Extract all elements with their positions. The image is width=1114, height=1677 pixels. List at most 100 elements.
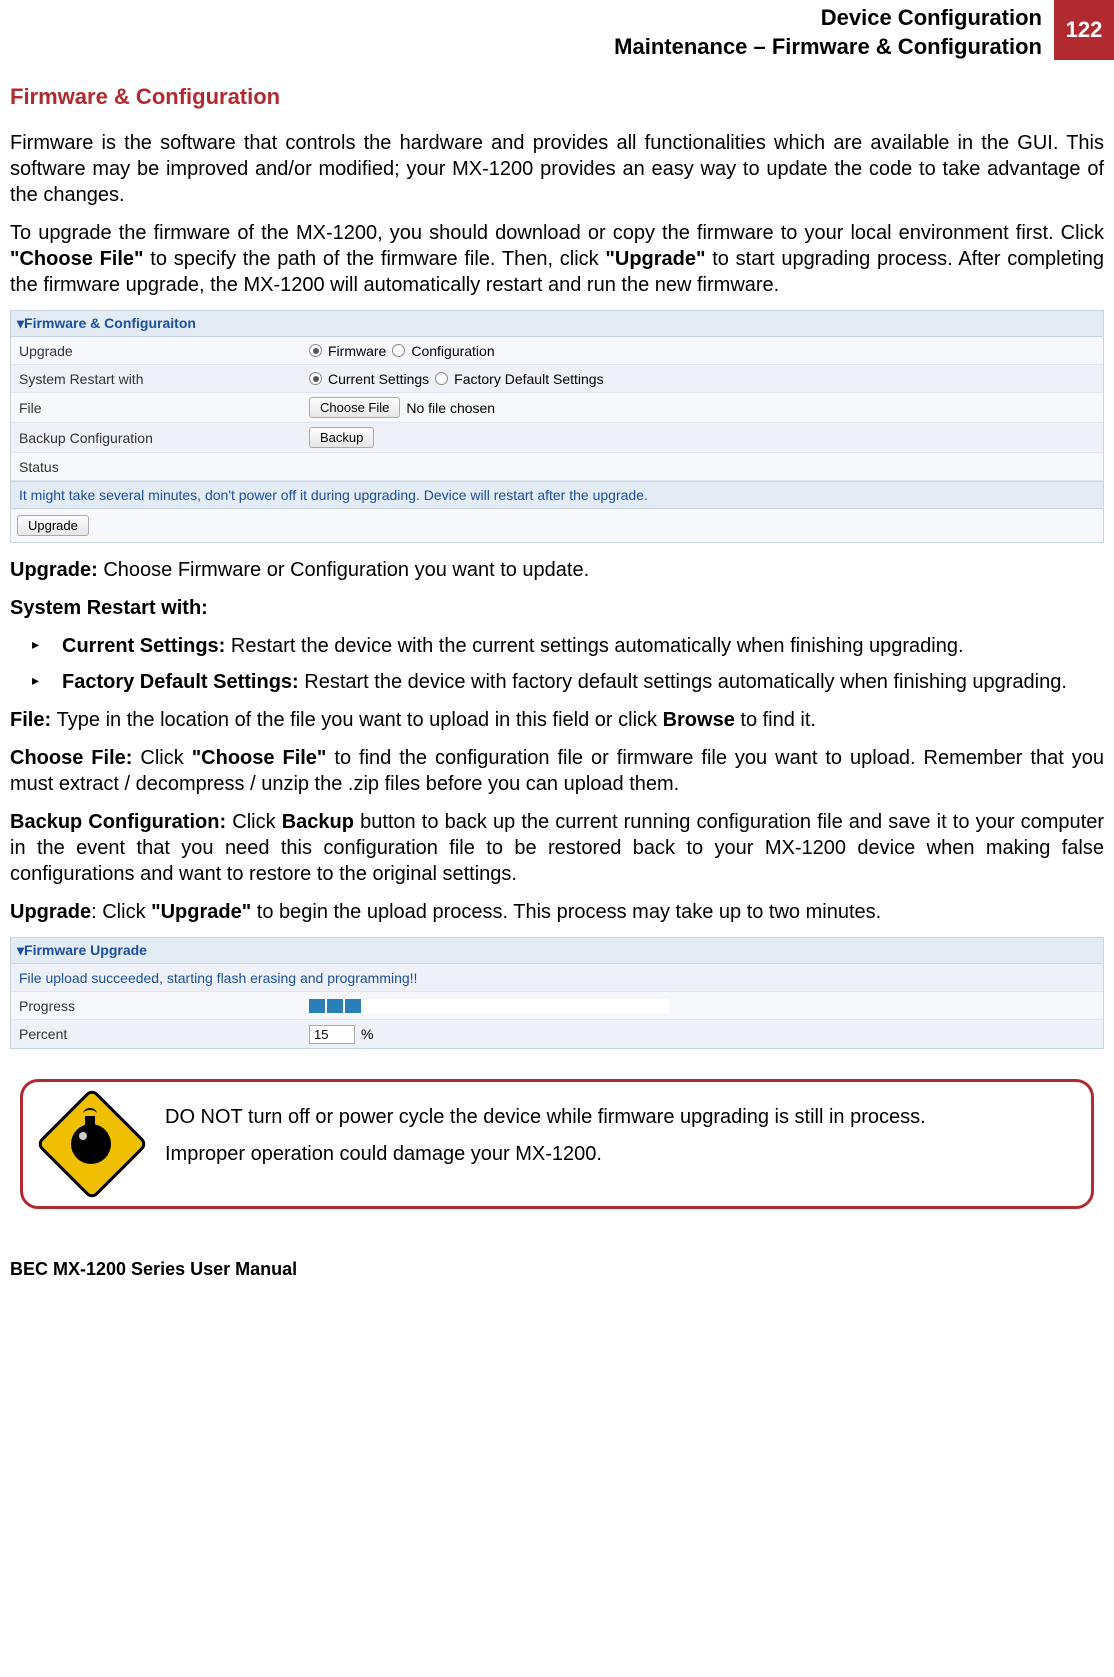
bk-a: Backup Configuration: [10,811,232,833]
progress-cell [345,999,361,1013]
choosefile-description: Choose File: Click "Choose File" to find… [10,745,1104,797]
p2-b: "Choose File" [10,248,144,270]
upgrade-click-description: Upgrade: Click "Upgrade" to begin the up… [10,899,1104,925]
fl-b: Type in the location of the file you wan… [57,709,663,731]
firmware-config-panel: ▾Firmware & Configuraiton Upgrade Firmwa… [10,310,1104,543]
row-status: Status [11,453,1103,481]
progress-cell [507,999,523,1013]
ug-c: "Upgrade" [151,901,251,923]
progress-cell [561,999,577,1013]
panel1-title-text: Firmware & Configuraiton [24,315,196,331]
radio-firmware[interactable] [309,344,322,357]
progress-cell [615,999,631,1013]
p2-a: To upgrade the firmware of the MX-1200, … [10,222,1104,244]
progress-cell [363,999,379,1013]
progress-cell [651,999,667,1013]
row-restart: System Restart with Current Settings Fac… [11,365,1103,393]
progress-cell [381,999,397,1013]
radio-current-settings[interactable] [309,372,322,385]
progress-cell [597,999,613,1013]
firmware-upgrade-progress-panel: ▾Firmware Upgrade File upload succeeded,… [10,937,1104,1049]
backup-label: Backup Configuration [11,426,301,450]
bomb-warning-icon [47,1104,137,1184]
no-file-chosen: No file chosen [406,400,495,416]
row-upgrade: Upgrade Firmware Configuration [11,337,1103,365]
upload-success-msg: File upload succeeded, starting flash er… [11,966,425,990]
radio-factory-label: Factory Default Settings [454,371,603,387]
ul-a: Upgrade: [10,559,103,581]
backup-description: Backup Configuration: Click Backup butto… [10,809,1104,887]
fl-c: Browse [663,709,735,731]
radio-current-label: Current Settings [328,371,429,387]
progress-label: Progress [11,994,301,1018]
restart-label: System Restart with [11,367,301,391]
panel2-title-text: Firmware Upgrade [24,942,147,958]
radio-firmware-label: Firmware [328,343,386,359]
b2-a: Factory Default Settings: [62,671,304,693]
chevron-down-icon: ▾ [17,315,24,331]
file-label: File [11,396,301,420]
progress-cell [435,999,451,1013]
row-upload-msg: File upload succeeded, starting flash er… [11,964,1103,992]
row-progress: Progress [11,992,1103,1020]
upgrade-description: Upgrade: Choose Firmware or Configuratio… [10,557,1104,583]
choose-file-button[interactable]: Choose File [309,397,400,418]
intro-paragraph-1: Firmware is the software that controls t… [10,130,1104,208]
progress-cell [543,999,559,1013]
upgrade-label: Upgrade [11,339,301,363]
cf-c: "Choose File" [192,747,327,769]
ul-b: Choose Firmware or Configuration you wan… [103,559,589,581]
ug-d: to begin the upload process. This proces… [251,901,881,923]
progress-cell [309,999,325,1013]
b1-a: Current Settings: [62,635,231,657]
panel1-title: ▾Firmware & Configuraiton [11,311,1103,337]
b2-b: Restart the device with factory default … [304,671,1067,693]
header-title: Device Configuration Maintenance – Firmw… [0,0,1054,60]
warning-text: DO NOT turn off or power cycle the devic… [165,1104,926,1178]
file-description: File: Type in the location of the file y… [10,707,1104,733]
bk-b: Click [232,811,281,833]
progress-cell [399,999,415,1013]
percent-label: Percent [11,1022,301,1046]
cf-a: Choose File: [10,747,140,769]
progress-cell [453,999,469,1013]
restart-options-list: Current Settings: Restart the device wit… [10,633,1104,695]
header-line2: Maintenance – Firmware & Configuration [614,34,1042,59]
p2-c: to specify the path of the firmware file… [144,248,606,270]
warning-line1: DO NOT turn off or power cycle the devic… [165,1104,926,1131]
row-backup: Backup Configuration Backup [11,423,1103,453]
status-label: Status [11,455,301,479]
progress-bar [309,999,669,1013]
fl-d: to find it. [735,709,816,731]
panel1-note: It might take several minutes, don't pow… [11,481,1103,509]
bullet-current-settings: Current Settings: Restart the device wit… [42,633,1104,659]
page-header: Device Configuration Maintenance – Firmw… [0,0,1114,60]
warning-line2: Improper operation could damage your MX-… [165,1141,926,1168]
restart-heading: System Restart with: [10,595,1104,621]
ug-a: Upgrade [10,901,91,923]
progress-cell [471,999,487,1013]
progress-cell [579,999,595,1013]
row-percent: Percent 15 % [11,1020,1103,1048]
fl-a: File: [10,709,57,731]
progress-cell [525,999,541,1013]
upgrade-button[interactable]: Upgrade [17,515,89,536]
section-title: Firmware & Configuration [10,84,1104,110]
b1-b: Restart the device with the current sett… [231,635,964,657]
radio-factory-default[interactable] [435,372,448,385]
intro-paragraph-2: To upgrade the firmware of the MX-1200, … [10,220,1104,298]
row-file: File Choose File No file chosen [11,393,1103,423]
warning-box: DO NOT turn off or power cycle the devic… [20,1079,1094,1209]
progress-cell [327,999,343,1013]
footer-manual-title: BEC MX-1200 Series User Manual [0,1249,1114,1300]
progress-cell [489,999,505,1013]
page-number: 122 [1054,0,1114,60]
bullet-factory-default: Factory Default Settings: Restart the de… [42,669,1104,695]
progress-cell [633,999,649,1013]
radio-configuration[interactable] [392,344,405,357]
backup-button[interactable]: Backup [309,427,374,448]
ug-b: : Click [91,901,151,923]
percent-value: 15 [309,1025,355,1044]
bk-c: Backup [282,811,354,833]
header-line1: Device Configuration [821,5,1042,30]
